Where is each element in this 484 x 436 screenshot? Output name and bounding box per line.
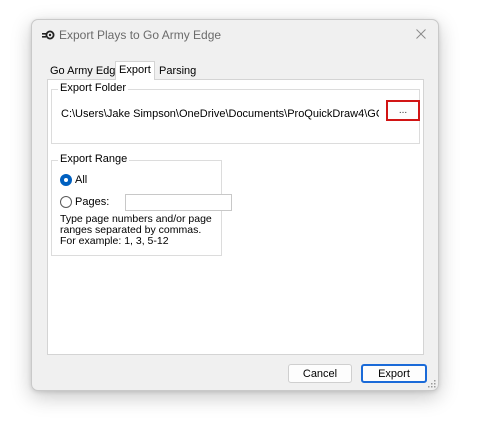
title-bar[interactable]: Export Plays to Go Army Edge (32, 20, 438, 50)
hint-line: For example: 1, 3, 5-12 (60, 235, 169, 247)
export-folder-label: Export Folder (58, 82, 129, 94)
export-range-group: Export Range All Pages: Type page number… (51, 153, 232, 256)
browse-button[interactable]: ... (386, 100, 420, 121)
export-button[interactable]: Export (361, 364, 427, 383)
link-chain-icon (42, 29, 56, 41)
close-icon (416, 28, 426, 42)
pages-input[interactable] (125, 194, 232, 211)
tab-go-army-edge[interactable]: Go Army Edge (47, 63, 125, 79)
export-range-label: Export Range (58, 153, 130, 165)
export-folder-group: Export Folder C:\Users\Jake Simpson\OneD… (51, 82, 420, 144)
pages-hint: Type page numbers and/or page ranges sep… (60, 214, 220, 247)
radio-all-label: All (75, 174, 88, 186)
radio-pages[interactable] (60, 196, 72, 208)
close-button[interactable] (410, 24, 432, 46)
resize-grip-icon[interactable] (427, 379, 436, 388)
cancel-button[interactable]: Cancel (288, 364, 352, 383)
export-folder-path[interactable]: C:\Users\Jake Simpson\OneDrive\Documents… (59, 105, 379, 123)
radio-pages-option[interactable]: Pages: (60, 195, 109, 209)
tab-parsing[interactable]: Parsing (156, 63, 199, 79)
tab-export[interactable]: Export (115, 61, 155, 80)
radio-all[interactable] (60, 174, 72, 186)
radio-pages-label: Pages: (75, 196, 110, 208)
export-tab-panel: Export Folder C:\Users\Jake Simpson\OneD… (47, 79, 424, 355)
window-title: Export Plays to Go Army Edge (59, 28, 222, 42)
radio-all-option[interactable]: All (60, 173, 87, 187)
export-dialog: Export Plays to Go Army Edge Go Army Edg… (31, 19, 439, 391)
